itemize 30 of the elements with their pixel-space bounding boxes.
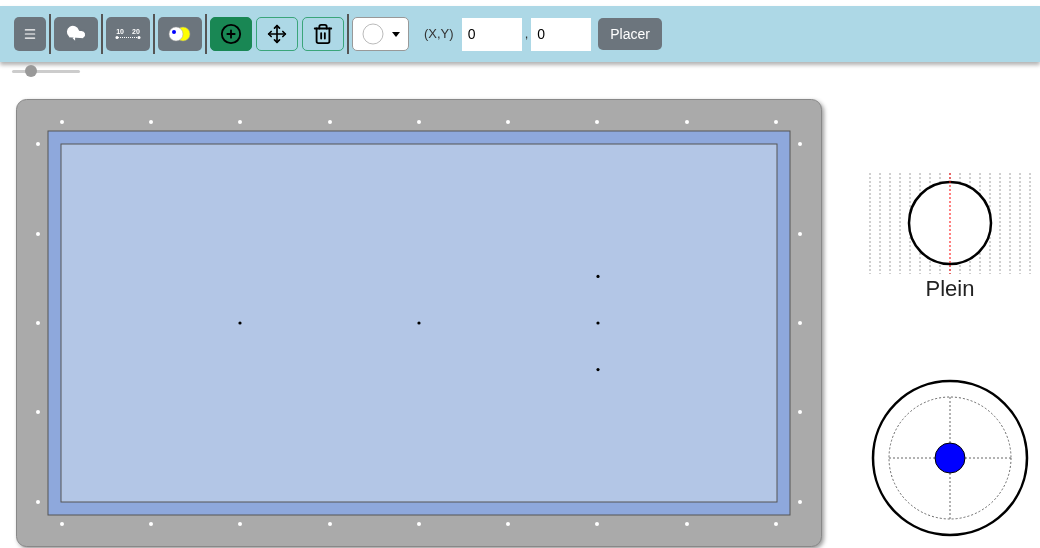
ball-spot[interactable]: [596, 321, 600, 325]
color-dropdown[interactable]: [352, 17, 409, 51]
ball-spot[interactable]: [238, 321, 242, 325]
menu-button[interactable]: [14, 17, 46, 51]
delete-icon: [312, 23, 334, 45]
balls-button[interactable]: [158, 17, 202, 51]
download-button[interactable]: [54, 17, 98, 51]
ball-spot[interactable]: [596, 367, 600, 372]
place-button[interactable]: Placer: [598, 18, 662, 50]
delete-button[interactable]: [302, 17, 344, 51]
add-icon: [220, 23, 242, 45]
ball-spot[interactable]: [417, 321, 421, 325]
ball-spot[interactable]: [596, 274, 600, 279]
move-icon: [267, 24, 287, 44]
menu-icon: [23, 27, 37, 41]
x-input[interactable]: 0: [461, 17, 522, 51]
color-swatch-icon: [361, 23, 384, 45]
spin-selector[interactable]: [871, 379, 1029, 537]
slider-thumb[interactable]: [24, 65, 37, 77]
zoom-slider[interactable]: [12, 65, 80, 77]
stroke-label: Plein: [925, 278, 975, 300]
spin-point[interactable]: [934, 442, 966, 474]
separator-text: ,: [524, 25, 529, 44]
ruler-line-icon: [114, 35, 142, 40]
balls-icon: [168, 26, 192, 42]
caret-icon: [391, 31, 400, 37]
y-input[interactable]: 0: [531, 17, 592, 51]
move-button[interactable]: [256, 17, 298, 51]
add-button[interactable]: [210, 17, 252, 51]
coordinates-label: (X,Y): [424, 25, 454, 44]
